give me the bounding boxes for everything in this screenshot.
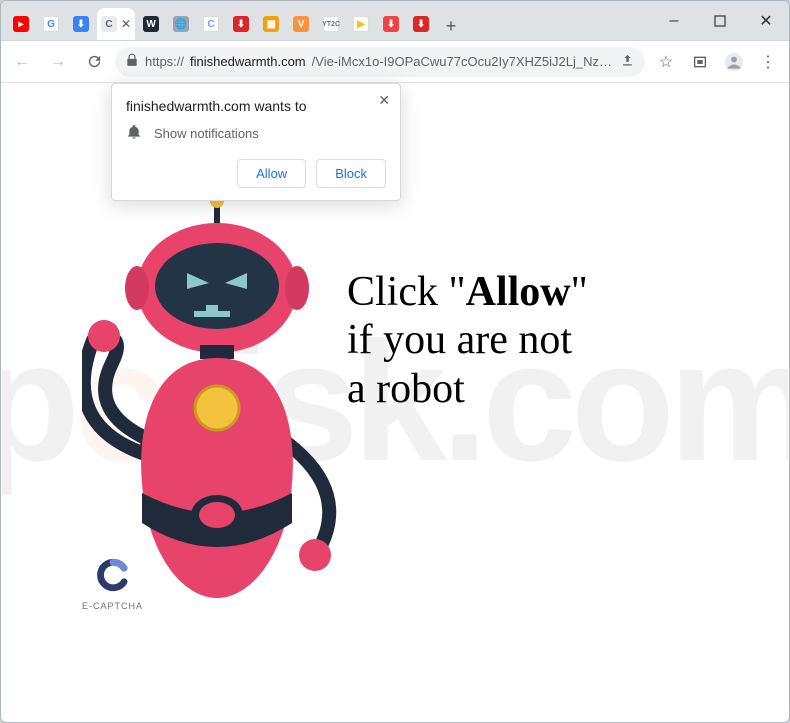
profile-avatar-button[interactable]: [719, 47, 749, 77]
tab-11[interactable]: ▶: [347, 8, 375, 40]
minimize-button[interactable]: –: [651, 1, 697, 40]
notification-permission-dialog: ✕ finishedwarmth.com wants to Show notif…: [111, 83, 401, 201]
tab-3-active[interactable]: C ✕: [97, 8, 135, 40]
url-scheme: https://: [145, 54, 184, 69]
titlebar: ▸ G ⬇ C ✕ W 🌐 C ⬇ ▦ V YT2C ▶ ⬇ ⬇ + – ✕: [1, 1, 789, 41]
ecaptcha-logo-icon: [96, 558, 130, 592]
window-controls: – ✕: [651, 1, 789, 40]
tab-0[interactable]: ▸: [7, 8, 35, 40]
ecaptcha-label: E-CAPTCHA: [82, 601, 143, 611]
tab-13[interactable]: ⬇: [407, 8, 435, 40]
tab-8[interactable]: ▦: [257, 8, 285, 40]
back-button[interactable]: ←: [7, 47, 37, 77]
active-tab-favicon: C: [101, 16, 117, 32]
close-tab-icon[interactable]: ✕: [121, 17, 131, 31]
browser-window: ▸ G ⬇ C ✕ W 🌐 C ⬇ ▦ V YT2C ▶ ⬇ ⬇ + – ✕ ←: [0, 0, 790, 723]
extensions-button[interactable]: [685, 47, 715, 77]
permission-title: finishedwarmth.com wants to: [126, 98, 386, 114]
tab-5[interactable]: 🌐: [167, 8, 195, 40]
msg-line3: a robot: [347, 366, 465, 412]
msg-allow-word: Allow: [466, 269, 571, 315]
address-bar[interactable]: https:// finishedwarmth.com/Vie-iMcx1o-I9…: [115, 47, 645, 77]
tab-6[interactable]: C: [197, 8, 225, 40]
msg-line2: if you are not: [347, 317, 572, 363]
tab-4[interactable]: W: [137, 8, 165, 40]
menu-button[interactable]: ⋮: [753, 47, 783, 77]
permission-row-text: Show notifications: [154, 126, 259, 141]
url-host: finishedwarmth.com: [190, 54, 306, 69]
block-button[interactable]: Block: [316, 159, 386, 188]
reload-button[interactable]: [79, 47, 109, 77]
instruction-text: Click "Allow" if you are not a robot: [347, 268, 588, 413]
bookmark-star-button[interactable]: ☆: [651, 47, 681, 77]
forward-button[interactable]: →: [43, 47, 73, 77]
url-path: /Vie-iMcx1o-I9OPaCwu77cOcu2Iy7XHZ5iJ2Lj_…: [312, 54, 614, 69]
browser-toolbar: ← → https:// finishedwarmth.com/Vie-iMcx1…: [1, 41, 789, 83]
bell-icon: [126, 124, 142, 143]
tab-10[interactable]: YT2C: [317, 8, 345, 40]
tab-2[interactable]: ⬇: [67, 8, 95, 40]
permission-close-button[interactable]: ✕: [378, 92, 390, 109]
tab-strip: ▸ G ⬇ C ✕ W 🌐 C ⬇ ▦ V YT2C ▶ ⬇ ⬇ +: [1, 1, 465, 40]
close-window-button[interactable]: ✕: [743, 1, 789, 40]
msg-post: ": [571, 269, 588, 315]
toolbar-right: ☆ ⋮: [651, 47, 783, 77]
msg-pre: Click ": [347, 269, 466, 315]
lock-icon: [125, 53, 139, 70]
maximize-button[interactable]: [697, 1, 743, 40]
new-tab-button[interactable]: +: [437, 12, 465, 40]
reload-icon: [86, 53, 103, 70]
robot-illustration: [82, 193, 342, 613]
tab-1[interactable]: G: [37, 8, 65, 40]
ecaptcha-badge: E-CAPTCHA: [82, 558, 143, 611]
share-icon[interactable]: [620, 53, 635, 71]
tab-12[interactable]: ⬇: [377, 8, 405, 40]
tab-7[interactable]: ⬇: [227, 8, 255, 40]
tab-9[interactable]: V: [287, 8, 315, 40]
allow-button[interactable]: Allow: [237, 159, 306, 188]
